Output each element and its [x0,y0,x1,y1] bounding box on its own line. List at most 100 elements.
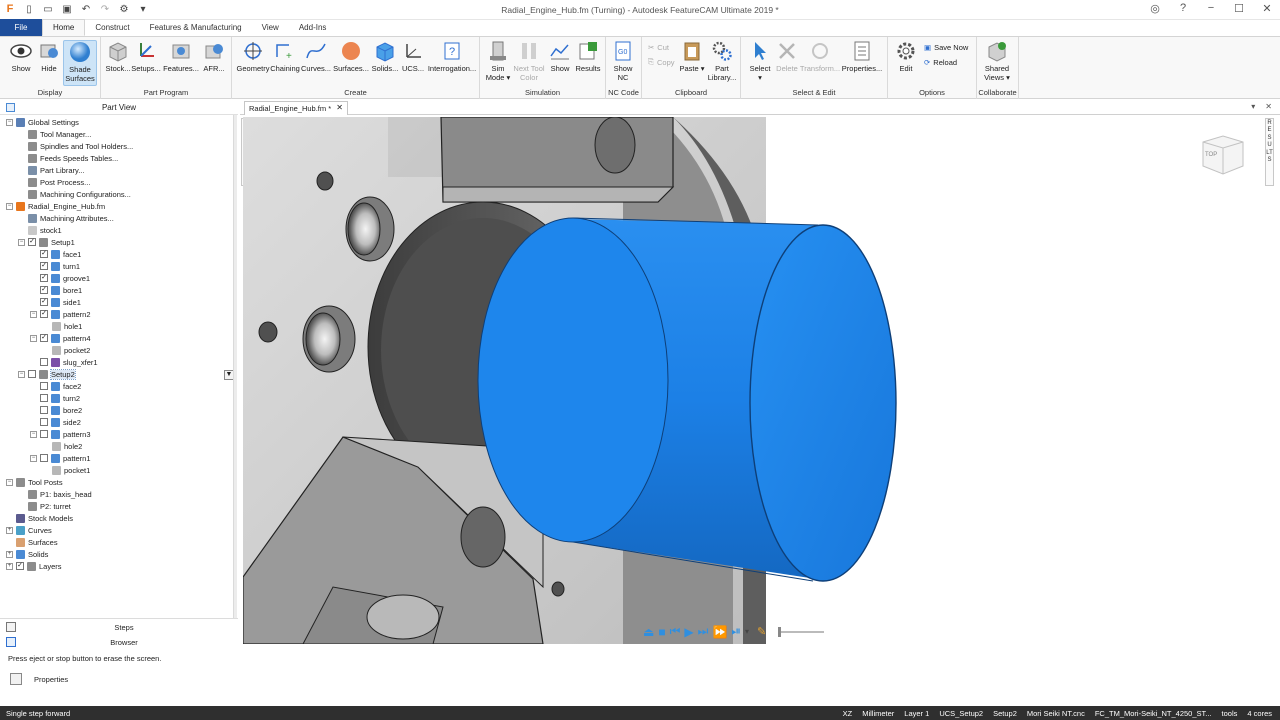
3d-viewport[interactable]: TOP [243,117,1264,644]
tree-item[interactable]: − Setup2 [18,368,76,380]
tree-checkbox[interactable]: ✓ [40,334,48,342]
tree-checkbox[interactable] [40,418,48,426]
tree-checkbox[interactable] [40,382,48,390]
options-edit-button[interactable]: Edit [889,40,923,73]
tree-item[interactable]: ✓ bore1 [30,284,82,296]
document-tab[interactable]: Radial_Engine_Hub.fm * ✕ [244,101,348,115]
rewind-icon[interactable]: ⏮ [670,624,681,639]
tree-checkbox[interactable] [40,406,48,414]
tree-checkbox[interactable] [40,394,48,402]
speed-slider-thumb[interactable] [778,626,782,637]
tab-browser[interactable]: Browser [0,635,238,650]
tree-item[interactable]: P1: baxis_head [18,488,92,500]
setups-button[interactable]: Setups... [129,40,163,73]
cut-button[interactable]: ✂ Cut [648,43,669,52]
tree-item[interactable]: hole2 [42,440,82,452]
save-now-button[interactable]: ▣ Save Now [924,43,968,52]
tab-add-ins[interactable]: Add-Ins [289,19,337,36]
transform-button[interactable]: Transform... [800,40,840,73]
help-community-icon[interactable]: ◎ [1148,2,1162,15]
tab-features-manufacturing[interactable]: Features & Manufacturing [140,19,252,36]
tree-item[interactable]: + Curves [6,524,52,536]
tree-item[interactable]: − pattern1 [30,452,91,464]
tree-expander-icon[interactable]: + [6,526,13,534]
interrogation-button[interactable]: ? Interrogation... [428,40,476,73]
panel-splitter[interactable] [233,115,237,618]
tree-expander-icon[interactable]: − [30,310,37,318]
properties-button[interactable]: Properties... [842,40,882,73]
tab-steps[interactable]: Steps [0,620,238,635]
tree-checkbox[interactable] [40,358,48,366]
tree-checkbox[interactable]: ✓ [40,286,48,294]
tree-checkbox[interactable] [40,454,48,462]
tree-item[interactable]: pocket2 [42,344,90,356]
tree-expander-icon[interactable]: − [18,370,25,378]
tree-expander-icon[interactable]: − [6,478,13,486]
maximize-button[interactable]: ☐ [1232,2,1246,15]
tree-item[interactable]: face2 [30,380,81,392]
properties-row[interactable]: Properties [10,673,68,685]
shade-surfaces-button[interactable]: Shade Surfaces [63,40,97,86]
tree-item[interactable]: P2: turret [18,500,71,512]
sim-mode-button[interactable]: Sim Mode ▾ [481,40,515,82]
tree-expander-icon[interactable]: + [6,562,13,570]
tree-checkbox[interactable] [28,370,36,378]
tree-item[interactable]: Stock Models [6,512,73,524]
show-nc-button[interactable]: G0 Show NC [606,40,640,82]
tree-item[interactable]: + ✓ Layers [6,560,62,572]
tree-item[interactable]: − Global Settings [6,116,79,128]
tree-item[interactable]: Surfaces [6,536,58,548]
eject-icon[interactable]: ⏏ [643,625,654,639]
tree-expander-icon[interactable]: + [6,550,13,558]
tab-list-icon[interactable]: ▾ [1251,102,1255,111]
tree-item[interactable]: hole1 [42,320,82,332]
tree-item[interactable]: ✓ side1 [30,296,81,308]
tree-expander-icon[interactable]: − [6,118,13,126]
results-button[interactable]: Results [571,40,605,73]
tree-checkbox[interactable]: ✓ [28,238,36,246]
tree-item[interactable]: + Solids [6,548,48,560]
tree-checkbox[interactable]: ✓ [40,250,48,258]
tree-item[interactable]: Spindles and Tool Holders... [18,140,133,152]
close-document-icon[interactable]: ✕ [1265,102,1272,111]
results-side-tab[interactable]: RESULTS [1265,118,1274,186]
tree-checkbox[interactable]: ✓ [16,562,24,570]
tab-file[interactable]: File [0,19,42,36]
tree-expander-icon[interactable]: − [18,238,25,246]
tree-item[interactable]: Machining Configurations... [18,188,131,200]
afr-button[interactable]: AFR... [197,40,231,73]
curves-button[interactable]: Curves... [299,40,333,73]
features-button[interactable]: Features... [163,40,199,73]
close-tab-icon[interactable]: ✕ [336,103,343,112]
tree-item[interactable]: Tool Manager... [18,128,91,140]
next-tool-color-button[interactable]: Next Tool Color [512,40,546,82]
tree-expander-icon[interactable]: − [30,334,37,342]
copy-button[interactable]: ⎘ Copy [648,57,675,67]
geometry-button[interactable]: Geometry [236,40,270,73]
tree-item[interactable]: Post Process... [18,176,90,188]
tree-item[interactable]: − ✓ pattern4 [30,332,91,344]
tree-item[interactable]: slug_xfer1 [30,356,98,368]
tree-expander-icon[interactable]: − [6,202,13,210]
tree-checkbox[interactable] [40,430,48,438]
tree-item[interactable]: − ✓ pattern2 [30,308,91,320]
tree-item[interactable]: − pattern3 [30,428,91,440]
tab-home[interactable]: Home [42,19,86,36]
chaining-button[interactable]: + Chaining [268,40,302,73]
tree-item[interactable]: side2 [30,416,81,428]
tree-checkbox[interactable]: ✓ [40,262,48,270]
tab-view[interactable]: View [252,19,289,36]
paste-button[interactable]: Paste ▾ [675,40,709,73]
tree-checkbox[interactable]: ✓ [40,274,48,282]
tree-expander-icon[interactable]: − [30,454,37,462]
surfaces-button[interactable]: Surfaces... [333,40,369,73]
tree-item[interactable]: Feeds Speeds Tables... [18,152,118,164]
help-icon[interactable]: ? [1176,2,1190,15]
close-button[interactable]: ✕ [1260,2,1274,15]
tree-item[interactable]: bore2 [30,404,82,416]
tree-item[interactable]: − Radial_Engine_Hub.fm [6,200,105,212]
tree-expander-icon[interactable]: − [30,430,37,438]
minimize-button[interactable]: − [1204,2,1218,15]
tree-item[interactable]: Part Library... [18,164,84,176]
tree-item[interactable]: Machining Attributes... [18,212,114,224]
